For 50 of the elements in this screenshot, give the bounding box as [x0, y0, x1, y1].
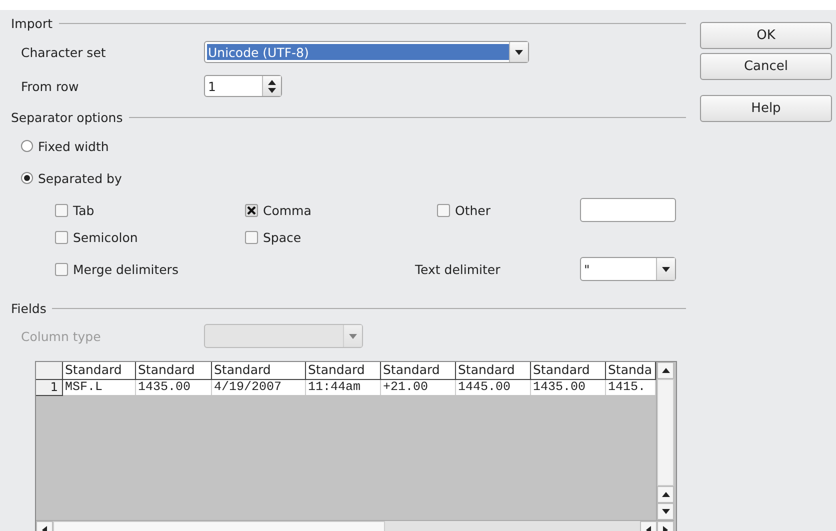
dialog-button[interactable]: Help: [700, 95, 832, 122]
caret-icon: [662, 368, 670, 373]
table-cell: MSF.L: [63, 380, 136, 395]
column-header[interactable]: Standard: [136, 362, 212, 380]
row-number: 1: [36, 380, 63, 396]
checkbox-option[interactable]: Merge delimiters: [55, 262, 415, 276]
caret-icon: [662, 509, 670, 514]
checkbox-option[interactable]: Tab: [55, 202, 245, 218]
column-header[interactable]: Standard: [531, 362, 606, 380]
column-header[interactable]: Standard: [63, 362, 136, 380]
field-label: Text delimiter: [415, 262, 502, 276]
column-header[interactable]: Standard: [306, 362, 381, 380]
vertical-scrollbar[interactable]: [656, 362, 674, 520]
caret-icon: [349, 334, 357, 338]
radio-option[interactable]: Separated by: [11, 162, 686, 194]
other-input-field[interactable]: [580, 198, 676, 222]
row-spinner[interactable]: 1: [204, 75, 282, 97]
caret-icon: [662, 492, 670, 497]
table-cell: 11:44am: [306, 380, 381, 395]
caret-icon: [662, 266, 670, 272]
column-header[interactable]: Standard: [381, 362, 456, 380]
column-header[interactable]: Standa: [606, 362, 656, 380]
table-cell: 1415.: [606, 380, 656, 395]
column-type-dropdown[interactable]: [204, 324, 363, 348]
dialog-button[interactable]: Cancel: [700, 53, 832, 80]
section-title: Import: [11, 16, 52, 30]
text-delimiter-dropdown[interactable]: ": [580, 257, 676, 281]
character-set-dropdown[interactable]: Unicode (UTF-8): [204, 41, 529, 63]
table-cell: 1445.00: [456, 380, 531, 395]
table-cell: +21.00: [381, 380, 456, 395]
radio-option[interactable]: Fixed width: [11, 130, 686, 162]
checkbox-option[interactable]: Space: [245, 230, 437, 245]
field-label: Column type: [21, 328, 102, 344]
up-arrow-icon: [268, 80, 276, 84]
table-cell: 4/19/2007: [212, 380, 306, 395]
down-arrow-icon: [268, 88, 276, 92]
column-header[interactable]: Standard: [212, 362, 306, 380]
section-title: Fields: [11, 300, 46, 316]
corner-header: [36, 362, 63, 380]
table-cell: 1435.00: [531, 380, 606, 395]
checkbox-option[interactable]: Comma: [245, 202, 437, 218]
section-title: Separator options: [11, 110, 123, 124]
field-label: Character set: [21, 44, 107, 60]
checkbox-option[interactable]: Semicolon: [55, 230, 245, 245]
dialog-button[interactable]: OK: [700, 22, 832, 49]
caret-icon: [515, 50, 523, 54]
checkbox-option[interactable]: Other: [437, 202, 580, 218]
column-header[interactable]: Standard: [456, 362, 531, 380]
field-label: From row: [21, 78, 80, 94]
table-cell: 1435.00: [136, 380, 212, 395]
